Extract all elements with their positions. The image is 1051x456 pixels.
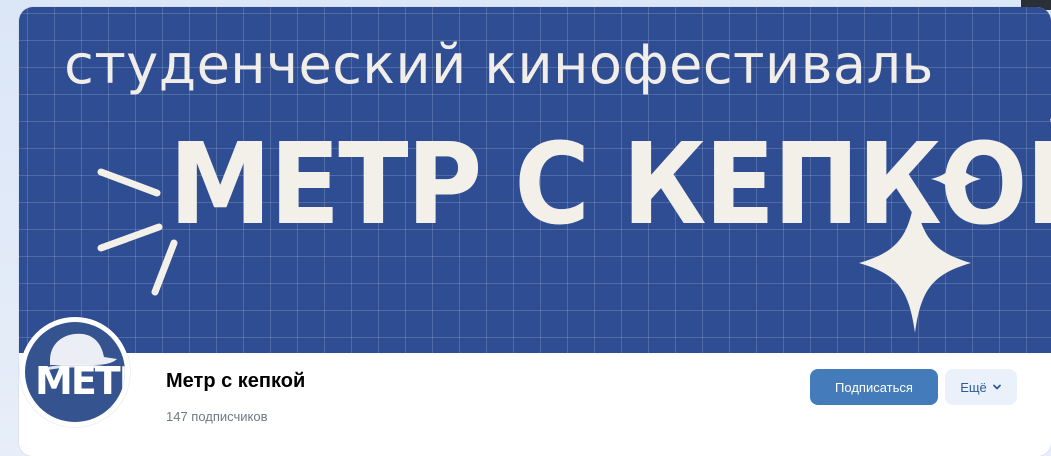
community-name: Метр с кепкой — [166, 370, 306, 392]
cover-image: студенческий кинофестиваль МЕТР С КЕПКОЙ — [19, 7, 1051, 353]
avatar-logo-text: МЕТР — [35, 359, 125, 403]
spark-line-top — [97, 168, 161, 197]
avatar-image: МЕТР — [25, 322, 125, 422]
subscriber-count[interactable]: 147 подписчиков — [166, 409, 268, 425]
spark-line-bottom — [151, 239, 178, 296]
more-button-label: Ещё — [960, 379, 987, 395]
spark-line-middle — [97, 223, 163, 252]
community-avatar[interactable]: МЕТР — [20, 317, 130, 427]
chevron-down-icon — [992, 384, 1001, 390]
cover-decoration — [97, 153, 981, 333]
page: студенческий кинофестиваль МЕТР С КЕПКОЙ… — [0, 0, 1051, 456]
subscribe-button[interactable]: Подписаться — [810, 369, 938, 405]
large-sparkle-icon — [859, 195, 971, 333]
more-button[interactable]: Ещё — [945, 369, 1017, 405]
small-sparkle-icon — [931, 153, 981, 205]
